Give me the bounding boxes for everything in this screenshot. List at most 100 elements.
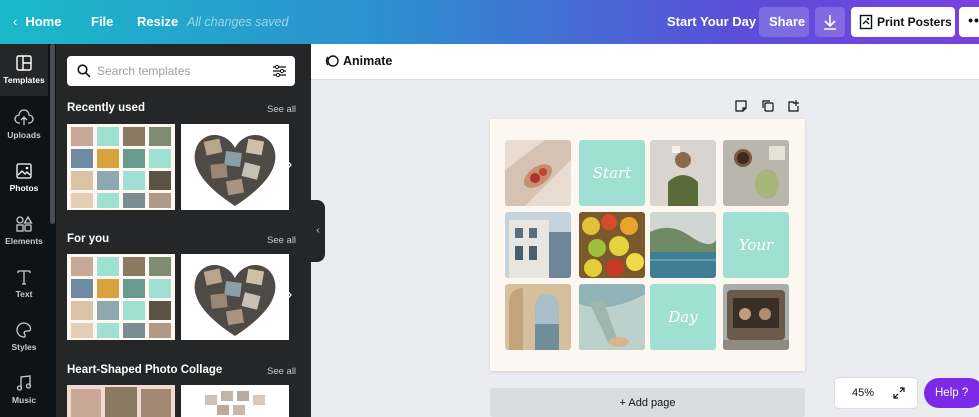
chevron-left-icon: ‹ [13, 14, 18, 29]
arches-photo-image [505, 284, 571, 350]
photo-fruits[interactable] [579, 212, 645, 278]
rail-item-uploads[interactable]: Uploads [0, 99, 48, 151]
collage-grid-image [67, 254, 175, 340]
photo-hands-fruit[interactable] [505, 140, 571, 206]
search-icon [77, 64, 91, 78]
design-word: Start [592, 164, 632, 182]
search-box[interactable] [67, 56, 295, 86]
template-thumbnail-heart[interactable] [181, 124, 289, 210]
template-thumbnail[interactable] [181, 385, 289, 417]
add-page-icon[interactable] [787, 99, 801, 113]
chevron-right-icon[interactable]: › [287, 286, 292, 304]
expand-icon[interactable] [893, 387, 905, 399]
print-icon [859, 14, 873, 30]
see-all-link[interactable]: See all [267, 366, 296, 377]
animate-button[interactable]: Animate [325, 54, 392, 68]
upload-cloud-icon [14, 109, 34, 125]
rail-label: Music [11, 395, 37, 405]
animate-icon [325, 55, 339, 67]
template-thumbnail[interactable] [67, 385, 175, 417]
elements-icon [16, 215, 33, 232]
home-button[interactable]: ‹ Home [13, 0, 61, 44]
more-options-button[interactable]: •• [959, 7, 979, 37]
zoom-value: 45% [852, 387, 875, 399]
home-label: Home [25, 14, 62, 29]
design-word: Your [738, 236, 774, 254]
help-button[interactable]: Help ? [924, 378, 979, 408]
share-button[interactable]: Share [769, 0, 805, 44]
music-icon [16, 375, 32, 391]
design-title[interactable]: Start Your Day [667, 0, 756, 44]
see-all-link[interactable]: See all [267, 104, 296, 115]
design-canvas[interactable]: Start Your Day [490, 119, 805, 371]
print-posters-label: Print Posters [877, 15, 952, 29]
see-all-link[interactable]: See all [267, 235, 296, 246]
top-bar: ‹ Home File Resize All changes saved Star… [0, 0, 979, 44]
duplicate-page-icon[interactable] [761, 99, 775, 113]
legs-photo-image [579, 284, 645, 350]
text-icon [17, 270, 31, 285]
rail-label: Text [15, 289, 33, 299]
add-page-button[interactable]: + Add page [490, 388, 805, 417]
template-thumbnail-grid[interactable] [67, 124, 175, 210]
rail-item-styles[interactable]: Styles [0, 311, 48, 363]
template-thumbnail-grid[interactable] [67, 254, 175, 340]
collapse-panel-button[interactable]: ‹ [311, 200, 325, 262]
animate-label: Animate [343, 54, 393, 68]
sea-photo-image [650, 212, 716, 278]
print-posters-button[interactable]: Print Posters [851, 7, 955, 37]
side-rail: Templates Uploads Photos Elements Text S… [0, 44, 56, 417]
collage-image [67, 385, 175, 417]
design-word: Day [668, 308, 698, 326]
section-title-heart-collage: Heart-Shaped Photo Collage [67, 364, 223, 376]
resize-button[interactable]: Resize [137, 0, 178, 44]
rail-item-music[interactable]: Music [0, 364, 48, 416]
photo-building[interactable] [505, 212, 571, 278]
section-title-for-you: For you [67, 233, 110, 245]
zoom-control[interactable]: 45% [835, 378, 917, 408]
hands-photo-image [505, 140, 571, 206]
templates-icon [16, 55, 32, 71]
rail-label: Photos [9, 183, 39, 193]
photo-icon [16, 163, 32, 179]
coffee-photo-image [723, 140, 789, 206]
editor-toolbar: Animate [311, 44, 979, 80]
photo-coffee-table[interactable] [723, 140, 789, 206]
building-photo-image [505, 212, 571, 278]
collage-image [181, 385, 289, 417]
download-button[interactable] [815, 7, 845, 37]
rail-label: Uploads [7, 130, 41, 140]
photo-arches[interactable] [505, 284, 571, 350]
rail-item-elements[interactable]: Elements [0, 205, 48, 257]
templates-panel: Recently used See all › For you See all [56, 44, 311, 417]
rail-label: Styles [11, 342, 37, 352]
save-status: All changes saved [187, 15, 289, 29]
rail-item-photos[interactable]: Photos [0, 152, 48, 204]
template-thumbnail-heart[interactable] [181, 254, 289, 340]
file-menu[interactable]: File [91, 0, 113, 44]
fruits-photo-image [579, 212, 645, 278]
text-tile-day[interactable]: Day [650, 284, 716, 350]
chevron-right-icon[interactable]: › [287, 156, 292, 174]
collage-grid-image [67, 124, 175, 210]
filter-icon[interactable] [272, 64, 287, 78]
photo-woman-mug[interactable] [650, 140, 716, 206]
text-tile-your[interactable]: Your [723, 212, 789, 278]
rail-label: Elements [5, 236, 43, 246]
text-tile-start[interactable]: Start [579, 140, 645, 206]
rail-item-text[interactable]: Text [0, 258, 48, 310]
photo-van[interactable] [723, 284, 789, 350]
section-title-recently-used: Recently used [67, 102, 145, 114]
van-photo-image [723, 284, 789, 350]
woman-photo-image [650, 140, 716, 206]
heart-collage-image [181, 124, 289, 210]
note-icon[interactable] [734, 99, 748, 113]
heart-collage-image [181, 254, 289, 340]
search-input[interactable] [97, 62, 257, 80]
rail-label: Templates [3, 75, 45, 85]
photo-sea[interactable] [650, 212, 716, 278]
rail-item-templates[interactable]: Templates [0, 44, 48, 96]
download-icon [824, 15, 836, 30]
photo-legs[interactable] [579, 284, 645, 350]
palette-icon [16, 322, 32, 338]
